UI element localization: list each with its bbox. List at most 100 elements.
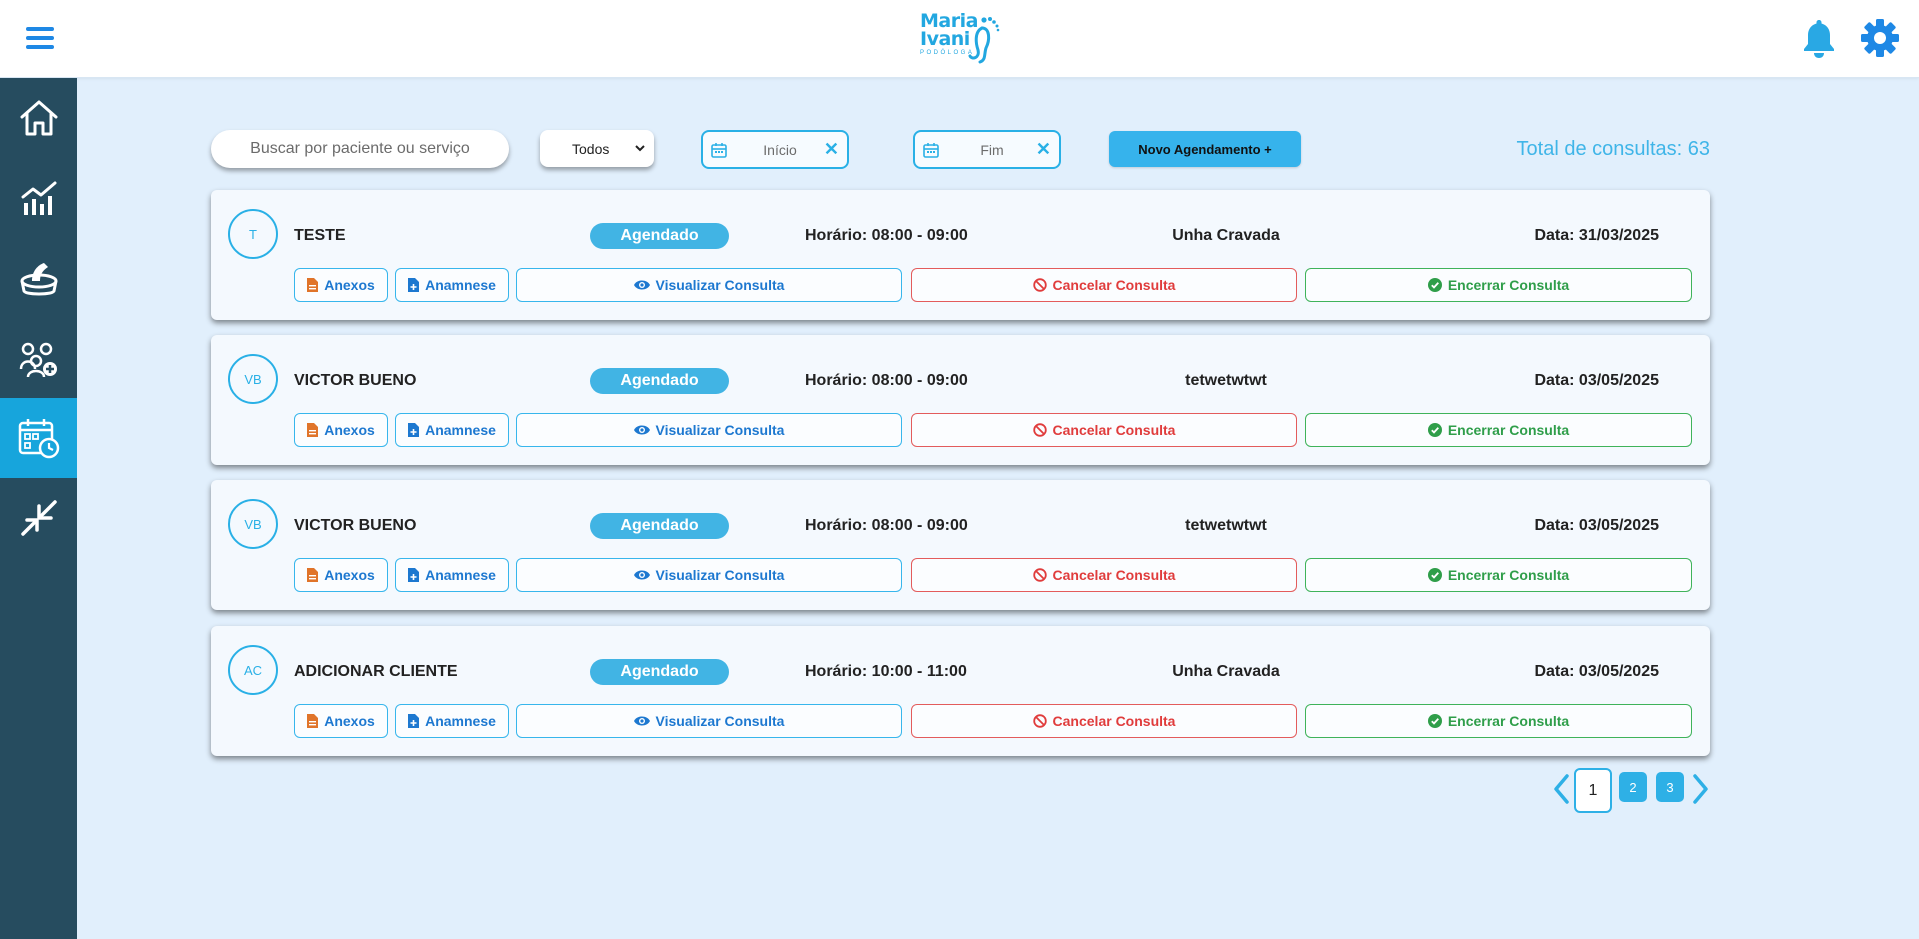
file-plus-icon [408, 423, 420, 437]
appointment-card: VB VICTOR BUENO Agendado Horário: 08:00 … [211, 480, 1710, 610]
check-circle-icon [1427, 278, 1442, 292]
attachments-label: Anexos [324, 277, 375, 293]
ban-icon [1032, 568, 1047, 582]
start-date-placeholder: Início [763, 142, 797, 158]
view-appointment-button[interactable]: Visualizar Consulta [516, 413, 902, 447]
attachments-button[interactable]: Anexos [294, 704, 388, 738]
cancel-appointment-button[interactable]: Cancelar Consulta [911, 558, 1297, 592]
finish-appointment-label: Encerrar Consulta [1447, 277, 1570, 293]
view-appointment-button[interactable]: Visualizar Consulta [516, 558, 902, 592]
patient-name: TESTE [294, 227, 346, 244]
finish-appointment-label: Encerrar Consulta [1447, 422, 1570, 438]
gear-icon[interactable] [1860, 18, 1900, 58]
cancel-appointment-label: Cancelar Consulta [1052, 713, 1176, 729]
patient-name: ADICIONAR CLIENTE [294, 663, 458, 680]
appointment-date: Data: 03/05/2025 [1534, 372, 1659, 389]
attachments-label: Anexos [324, 713, 375, 729]
check-circle-icon [1427, 714, 1442, 728]
finish-appointment-button[interactable]: Encerrar Consulta [1305, 268, 1692, 302]
appointment-time: Horário: 08:00 - 09:00 [805, 372, 968, 389]
avatar: AC [228, 645, 278, 695]
service-name: Unha Cravada [1172, 663, 1280, 680]
clear-end-date-icon[interactable]: ✕ [1036, 139, 1051, 160]
status-badge: Agendado [590, 368, 729, 394]
calendar-icon [923, 143, 939, 158]
anamnesis-label: Anamnese [425, 713, 496, 729]
attachments-button[interactable]: Anexos [294, 268, 388, 302]
add-patients-icon [19, 342, 57, 378]
status-filter-value: Todos [572, 140, 610, 157]
end-date-placeholder: Fim [980, 142, 1004, 158]
appointment-card: AC ADICIONAR CLIENTE Agendado Horário: 1… [211, 626, 1710, 756]
new-appointment-button[interactable]: Novo Agendamento + [1109, 131, 1301, 167]
avatar-initials: VB [244, 516, 262, 532]
status-badge: Agendado [590, 513, 729, 539]
cancel-appointment-button[interactable]: Cancelar Consulta [911, 413, 1297, 447]
calendar-icon [711, 143, 727, 158]
clear-start-date-icon[interactable]: ✕ [824, 139, 839, 160]
file-icon [307, 423, 319, 437]
pagination-current-page[interactable]: 1 [1574, 768, 1612, 813]
cancel-appointment-button[interactable]: Cancelar Consulta [911, 704, 1297, 738]
avatar: VB [228, 354, 278, 404]
appointment-card: VB VICTOR BUENO Agendado Horário: 08:00 … [211, 335, 1710, 465]
menu-icon[interactable] [26, 27, 54, 49]
file-icon [307, 714, 319, 728]
appointment-time: Horário: 08:00 - 09:00 [805, 517, 968, 534]
sidebar [0, 78, 77, 939]
view-appointment-button[interactable]: Visualizar Consulta [516, 704, 902, 738]
anamnesis-button[interactable]: Anamnese [395, 558, 509, 592]
finish-appointment-button[interactable]: Encerrar Consulta [1305, 558, 1692, 592]
view-appointment-label: Visualizar Consulta [655, 277, 785, 293]
chart-icon [21, 181, 56, 215]
pagination-page-3[interactable]: 3 [1656, 772, 1684, 802]
ban-icon [1032, 278, 1047, 292]
attachments-label: Anexos [324, 567, 375, 583]
sidebar-item-collapse[interactable] [0, 478, 77, 558]
status-badge: Agendado [590, 659, 729, 685]
finish-appointment-button[interactable]: Encerrar Consulta [1305, 704, 1692, 738]
end-date-field[interactable]: Fim ✕ [913, 130, 1061, 169]
appointment-date: Data: 31/03/2025 [1534, 227, 1659, 244]
sidebar-item-services[interactable] [0, 239, 77, 319]
bell-icon[interactable] [1800, 18, 1838, 58]
avatar: VB [228, 499, 278, 549]
logo: Maria Ivani PODÓLOGA [920, 12, 1002, 68]
pagination-page-2[interactable]: 2 [1619, 772, 1647, 802]
sidebar-item-home[interactable] [0, 78, 77, 158]
finish-appointment-label: Encerrar Consulta [1447, 713, 1570, 729]
anamnesis-button[interactable]: Anamnese [395, 704, 509, 738]
file-icon [307, 278, 319, 292]
sidebar-item-reports[interactable] [0, 159, 77, 239]
start-date-field[interactable]: Início ✕ [701, 130, 849, 169]
status-filter-select[interactable]: Todos [540, 130, 654, 167]
file-icon [307, 568, 319, 582]
sidebar-item-schedule[interactable] [0, 398, 77, 478]
anamnesis-button[interactable]: Anamnese [395, 413, 509, 447]
chevron-down-icon [635, 145, 645, 152]
next-page-icon[interactable] [1692, 773, 1710, 810]
eye-icon [633, 716, 650, 726]
ban-icon [1032, 423, 1047, 437]
cancel-appointment-button[interactable]: Cancelar Consulta [911, 268, 1297, 302]
appointment-card: T TESTE Agendado Horário: 08:00 - 09:00 … [211, 190, 1710, 320]
search-input[interactable] [211, 130, 509, 168]
view-appointment-button[interactable]: Visualizar Consulta [516, 268, 902, 302]
eye-icon [633, 570, 650, 580]
cancel-appointment-label: Cancelar Consulta [1052, 422, 1176, 438]
previous-page-icon[interactable] [1552, 773, 1570, 810]
top-bar: Maria Ivani PODÓLOGA [0, 0, 1919, 78]
finish-appointment-button[interactable]: Encerrar Consulta [1305, 413, 1692, 447]
service-name: tetwetwtwt [1185, 517, 1267, 534]
home-icon [20, 100, 57, 136]
eye-icon [633, 425, 650, 435]
calendar-clock-icon [18, 419, 59, 459]
sidebar-item-patients[interactable] [0, 319, 77, 399]
avatar-initials: T [249, 226, 257, 242]
attachments-button[interactable]: Anexos [294, 413, 388, 447]
attachments-button[interactable]: Anexos [294, 558, 388, 592]
anamnesis-button[interactable]: Anamnese [395, 268, 509, 302]
patient-name: VICTOR BUENO [294, 372, 417, 389]
foot-logo-icon [968, 17, 1000, 64]
appointment-date: Data: 03/05/2025 [1534, 517, 1659, 534]
